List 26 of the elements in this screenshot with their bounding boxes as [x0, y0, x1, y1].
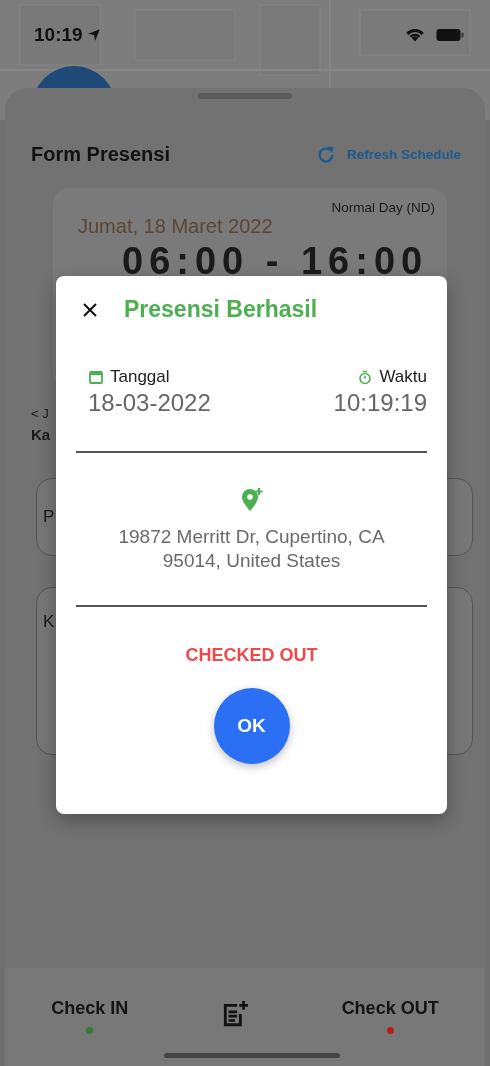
add-location-icon [239, 487, 264, 513]
status-time: 10:19 [34, 24, 83, 46]
field-label: Ka [31, 426, 51, 443]
battery-icon [436, 28, 464, 42]
form-title: Form Presensi [31, 143, 170, 166]
back-link[interactable]: < J [31, 406, 49, 421]
time-value: 10:19:19 [333, 389, 427, 417]
add-note-icon[interactable] [221, 1000, 249, 1028]
dialog-title: Presensi Berhasil [124, 296, 318, 323]
schedule-hours: 06:00 - 16:00 [122, 240, 430, 283]
ok-button[interactable]: OK [213, 688, 290, 764]
schedule-date: Jumat, 18 Maret 2022 [78, 215, 274, 238]
close-icon[interactable] [82, 301, 98, 318]
date-value: 18-03-2022 [88, 389, 211, 417]
day-type: Normal Day (ND) [330, 200, 435, 215]
stopwatch-icon [357, 369, 374, 385]
check-in-button[interactable]: Check IN [51, 998, 129, 1019]
address-text: 19872 Merritt Dr, Cupertino, CA 95014, United States [117, 525, 386, 573]
attendance-status: CHECKED OUT [185, 645, 318, 666]
wifi-icon [404, 27, 426, 43]
location-arrow-icon [86, 28, 101, 42]
calendar-icon [88, 369, 104, 385]
date-label: Tanggal [110, 367, 170, 387]
time-label: Waktu [379, 367, 427, 387]
check-out-button[interactable]: Check OUT [341, 998, 439, 1019]
sheet-handle[interactable] [198, 93, 292, 99]
